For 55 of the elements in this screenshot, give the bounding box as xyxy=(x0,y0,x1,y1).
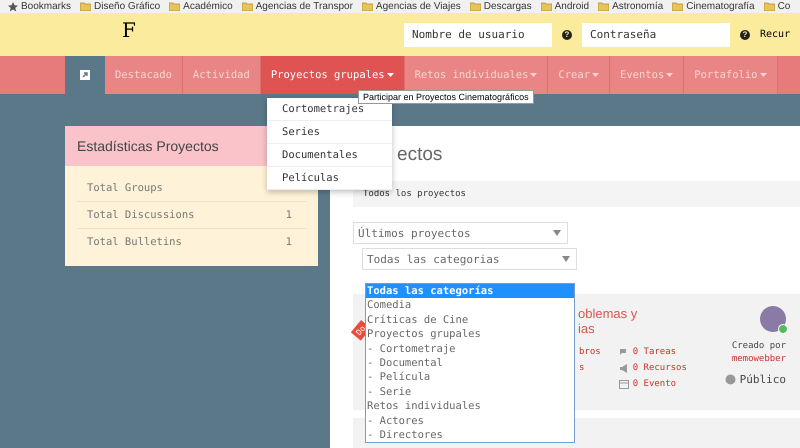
bookmark-item[interactable]: Académico xyxy=(169,1,233,12)
megaphone-icon xyxy=(618,364,629,372)
category-option[interactable]: Retos individuales xyxy=(366,399,574,414)
bookmark-item[interactable]: Agencias de Viajes xyxy=(362,1,461,12)
stat-link[interactable]: bros xyxy=(579,344,601,360)
visibility-label: Público xyxy=(740,373,786,386)
category-option[interactable]: - Documental xyxy=(366,356,574,370)
bookmark-item[interactable]: Astronomía xyxy=(598,1,664,12)
stat-link[interactable]: 0 Tareas xyxy=(632,347,676,357)
category-option[interactable]: - Cortometraje xyxy=(366,342,574,356)
bookmark-item[interactable]: Co xyxy=(764,1,790,12)
project-title[interactable]: oblemas y ias xyxy=(578,306,687,336)
category-option[interactable]: - Actores xyxy=(366,414,574,428)
password-field[interactable]: Contraseña xyxy=(582,22,730,47)
bookmark-item[interactable]: Cinematografía xyxy=(672,1,755,12)
caret-icon xyxy=(553,230,561,236)
stat-link[interactable]: s xyxy=(579,360,601,376)
author-link[interactable]: memowebber xyxy=(732,354,786,364)
category-option[interactable]: Comedia xyxy=(366,298,574,313)
help-icon: ? xyxy=(740,30,750,40)
help-icon: ? xyxy=(562,30,572,40)
username-field[interactable]: Nombre de usuario xyxy=(404,22,552,47)
expand-icon[interactable] xyxy=(65,56,105,94)
star-icon xyxy=(8,2,18,12)
menu-item[interactable]: Películas xyxy=(267,167,392,190)
stat-value: 1 xyxy=(286,209,292,221)
online-dot xyxy=(778,324,788,334)
nav-item[interactable]: Proyectos grupales xyxy=(260,56,405,94)
created-by-label: Creado por xyxy=(732,341,786,351)
stat-link[interactable]: 0 Evento xyxy=(632,379,676,389)
globe-icon xyxy=(724,374,736,385)
stat-link[interactable]: 0 Recursos xyxy=(632,363,687,373)
calendar-icon xyxy=(618,379,629,389)
menu-item[interactable]: Series xyxy=(267,121,392,144)
header-link[interactable]: Recur xyxy=(760,29,790,40)
category-option[interactable]: - Directores xyxy=(366,428,574,442)
bookmark-item[interactable]: Bookmarks xyxy=(8,1,72,12)
bookmark-item[interactable]: Android xyxy=(540,1,590,12)
stat-label: Total Discussions xyxy=(87,209,194,221)
stat-label: Total Groups xyxy=(87,182,163,194)
bookmark-item[interactable]: Agencias de Transpor xyxy=(242,1,353,12)
chat-icon xyxy=(618,348,629,356)
stat-value: 1 xyxy=(286,236,292,248)
category-select[interactable]: Todas las categorias xyxy=(362,248,577,270)
tooltip: Participar en Proyectos Cinematográficos xyxy=(358,90,534,104)
category-option[interactable]: - Serie xyxy=(366,384,574,400)
sort-select[interactable]: Últimos proyectos xyxy=(353,222,568,244)
menu-item[interactable]: Documentales xyxy=(267,144,392,167)
category-option[interactable]: Todas las categorías xyxy=(366,284,574,298)
category-option[interactable]: - Película xyxy=(366,370,574,385)
site-logo: F xyxy=(122,18,137,42)
bookmark-item[interactable]: Descargas xyxy=(470,1,532,12)
stat-label: Total Bulletins xyxy=(87,236,182,248)
bookmark-item[interactable]: Diseño Gráfico xyxy=(80,1,160,12)
caret-icon xyxy=(562,256,570,262)
